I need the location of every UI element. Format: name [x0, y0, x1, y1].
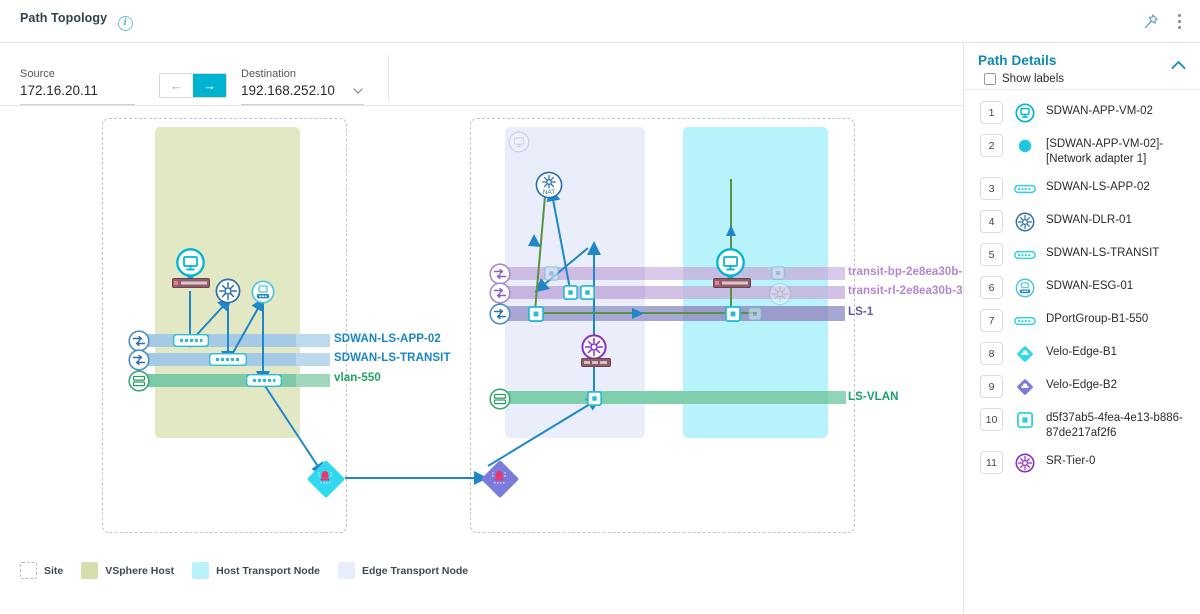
source-field[interactable]: Source 172.16.20.11	[20, 68, 135, 105]
list-item[interactable]: 6 SDWAN-ESG-01	[964, 271, 1200, 304]
destination-value: 192.168.252.10	[241, 83, 335, 98]
nat-node-label: NAT	[543, 189, 556, 196]
path-step-label: SDWAN-LS-TRANSIT	[1046, 247, 1160, 259]
segment-label-transit-bp: transit-bp-2e8ea30b-	[848, 266, 963, 278]
toolbar-divider	[388, 55, 389, 101]
list-item[interactable]: 11 SR-Tier-0	[964, 446, 1200, 479]
direction-forward-button[interactable]: →	[193, 74, 226, 97]
path-topology-app: Path Topology i Source 172.16.20.11 ← →	[0, 0, 1200, 614]
path-step-number: 10	[980, 408, 1003, 431]
destination-field[interactable]: Destination 192.168.252.10	[241, 68, 364, 105]
switch-icon	[1014, 177, 1036, 200]
legend-label-host-transport-node: Host Transport Node	[216, 564, 320, 577]
path-step-number: 9	[980, 375, 1003, 398]
legend-item-host-transport-node: Host Transport Node	[192, 562, 320, 579]
show-labels-row[interactable]: Show labels	[978, 73, 1186, 85]
path-step-label: SDWAN-APP-VM-02	[1046, 105, 1153, 117]
switch-icon	[1014, 243, 1036, 266]
segment-label-ls-1: LS-1	[848, 306, 874, 318]
path-step-label: Velo-Edge-B2	[1046, 379, 1117, 391]
legend-label-vsphere-host: VSphere Host	[105, 564, 175, 577]
diamond-cyan-icon	[1014, 342, 1036, 365]
path-step-number: 4	[980, 210, 1003, 233]
pin-icon[interactable]	[1143, 13, 1159, 29]
legend-swatch-site	[20, 562, 37, 579]
path-step-label: SDWAN-LS-APP-02	[1046, 181, 1150, 193]
path-step-label: SDWAN-ESG-01	[1046, 280, 1134, 292]
path-step-label: Velo-Edge-B1	[1046, 346, 1117, 358]
page-title: Path Topology i	[20, 11, 133, 31]
title-bar-actions	[1143, 12, 1186, 31]
segment-label-sdwan-ls-transit: SDWAN-LS-TRANSIT	[334, 352, 451, 364]
port-icon	[1014, 408, 1036, 431]
list-item[interactable]: 1 SDWAN-APP-VM-02	[964, 96, 1200, 129]
path-step-label: DPortGroup-B1-550	[1046, 313, 1149, 325]
path-step-label: d5f37ab5-4fea-4e13-b886-87de217af2f6	[1046, 412, 1183, 439]
page-title-text: Path Topology	[20, 11, 108, 26]
path-step-number: 3	[980, 177, 1003, 200]
destination-label: Destination	[241, 68, 297, 80]
legend-label-site: Site	[44, 564, 64, 577]
list-item[interactable]: 3 SDWAN-LS-APP-02	[964, 172, 1200, 205]
diamond-purple-icon	[1014, 375, 1036, 398]
path-step-number: 8	[980, 342, 1003, 365]
segment-label-vlan-550: vlan-550	[334, 372, 381, 384]
legend-item-site: Site	[20, 562, 63, 579]
source-label: Source	[20, 68, 55, 80]
title-bar: Path Topology i	[0, 0, 1200, 43]
segment-label-sdwan-ls-app-02: SDWAN-LS-APP-02	[334, 333, 441, 345]
show-labels-checkbox[interactable]	[984, 73, 996, 85]
list-item[interactable]: 10 d5f37ab5-4fea-4e13-b886-87de217af2f6	[964, 403, 1200, 446]
chevron-down-icon[interactable]	[352, 84, 364, 96]
list-item[interactable]: 8 Velo-Edge-B1	[964, 337, 1200, 370]
path-details-title: Path Details	[978, 53, 1057, 68]
legend-item-vsphere-host: VSphere Host	[81, 562, 174, 579]
path-step-number: 1	[980, 101, 1003, 124]
path-step-number: 6	[980, 276, 1003, 299]
direction-back-button[interactable]: ←	[160, 74, 193, 97]
info-icon[interactable]: i	[117, 15, 133, 31]
switch-icon	[1014, 309, 1036, 332]
edge-gateway-icon	[1014, 276, 1036, 299]
sr-tier-icon	[1014, 451, 1036, 474]
legend: Site VSphere Host Host Transport Node Ed…	[0, 549, 963, 614]
segment-label-transit-rl: transit-rl-2e8ea30b-3	[848, 285, 963, 297]
path-details-header: Path Details Show labels	[964, 43, 1200, 90]
list-item[interactable]: 9 Velo-Edge-B2	[964, 370, 1200, 403]
path-step-number: 2	[980, 134, 1003, 157]
legend-swatch-host-transport-node	[192, 562, 210, 579]
path-details-list[interactable]: 1 SDWAN-APP-VM-02 2 [SDWAN-APP-VM-02]-[N…	[964, 90, 1200, 574]
path-step-number: 7	[980, 309, 1003, 332]
list-item[interactable]: 5 SDWAN-LS-TRANSIT	[964, 238, 1200, 271]
show-labels-label: Show labels	[1002, 73, 1065, 85]
direction-toggle: ← →	[159, 73, 227, 98]
router-icon	[1014, 210, 1036, 233]
list-item[interactable]: 4 SDWAN-DLR-01	[964, 205, 1200, 238]
path-details-panel: Path Details Show labels 1 SDWAN-APP-VM-…	[963, 43, 1200, 614]
vm-icon	[1014, 101, 1036, 124]
dot-icon	[1014, 134, 1036, 157]
path-step-label: SDWAN-DLR-01	[1046, 214, 1132, 226]
source-value: 172.16.20.11	[20, 83, 98, 98]
more-vertical-icon[interactable]	[1173, 12, 1186, 31]
legend-swatch-edge-transport-node	[337, 562, 355, 579]
path-step-label: [SDWAN-APP-VM-02]-[Network adapter 1]	[1046, 138, 1164, 165]
legend-label-edge-transport-node: Edge Transport Node	[361, 564, 469, 577]
path-step-label: SR-Tier-0	[1046, 455, 1096, 467]
path-step-number: 11	[980, 451, 1003, 474]
legend-swatch-vsphere-host	[81, 562, 99, 579]
chevron-up-icon[interactable]	[1171, 57, 1186, 69]
list-item[interactable]: 7 DPortGroup-B1-550	[964, 304, 1200, 337]
list-item[interactable]: 2 [SDWAN-APP-VM-02]-[Network adapter 1]	[964, 129, 1200, 172]
topology-canvas[interactable]: SDWAN-LS-APP-02 SDWAN-LS-TRANSIT vlan-55…	[0, 106, 963, 549]
segment-label-ls-vlan: LS-VLAN	[848, 391, 899, 403]
legend-item-edge-transport-node: Edge Transport Node	[337, 562, 469, 579]
path-step-number: 5	[980, 243, 1003, 266]
